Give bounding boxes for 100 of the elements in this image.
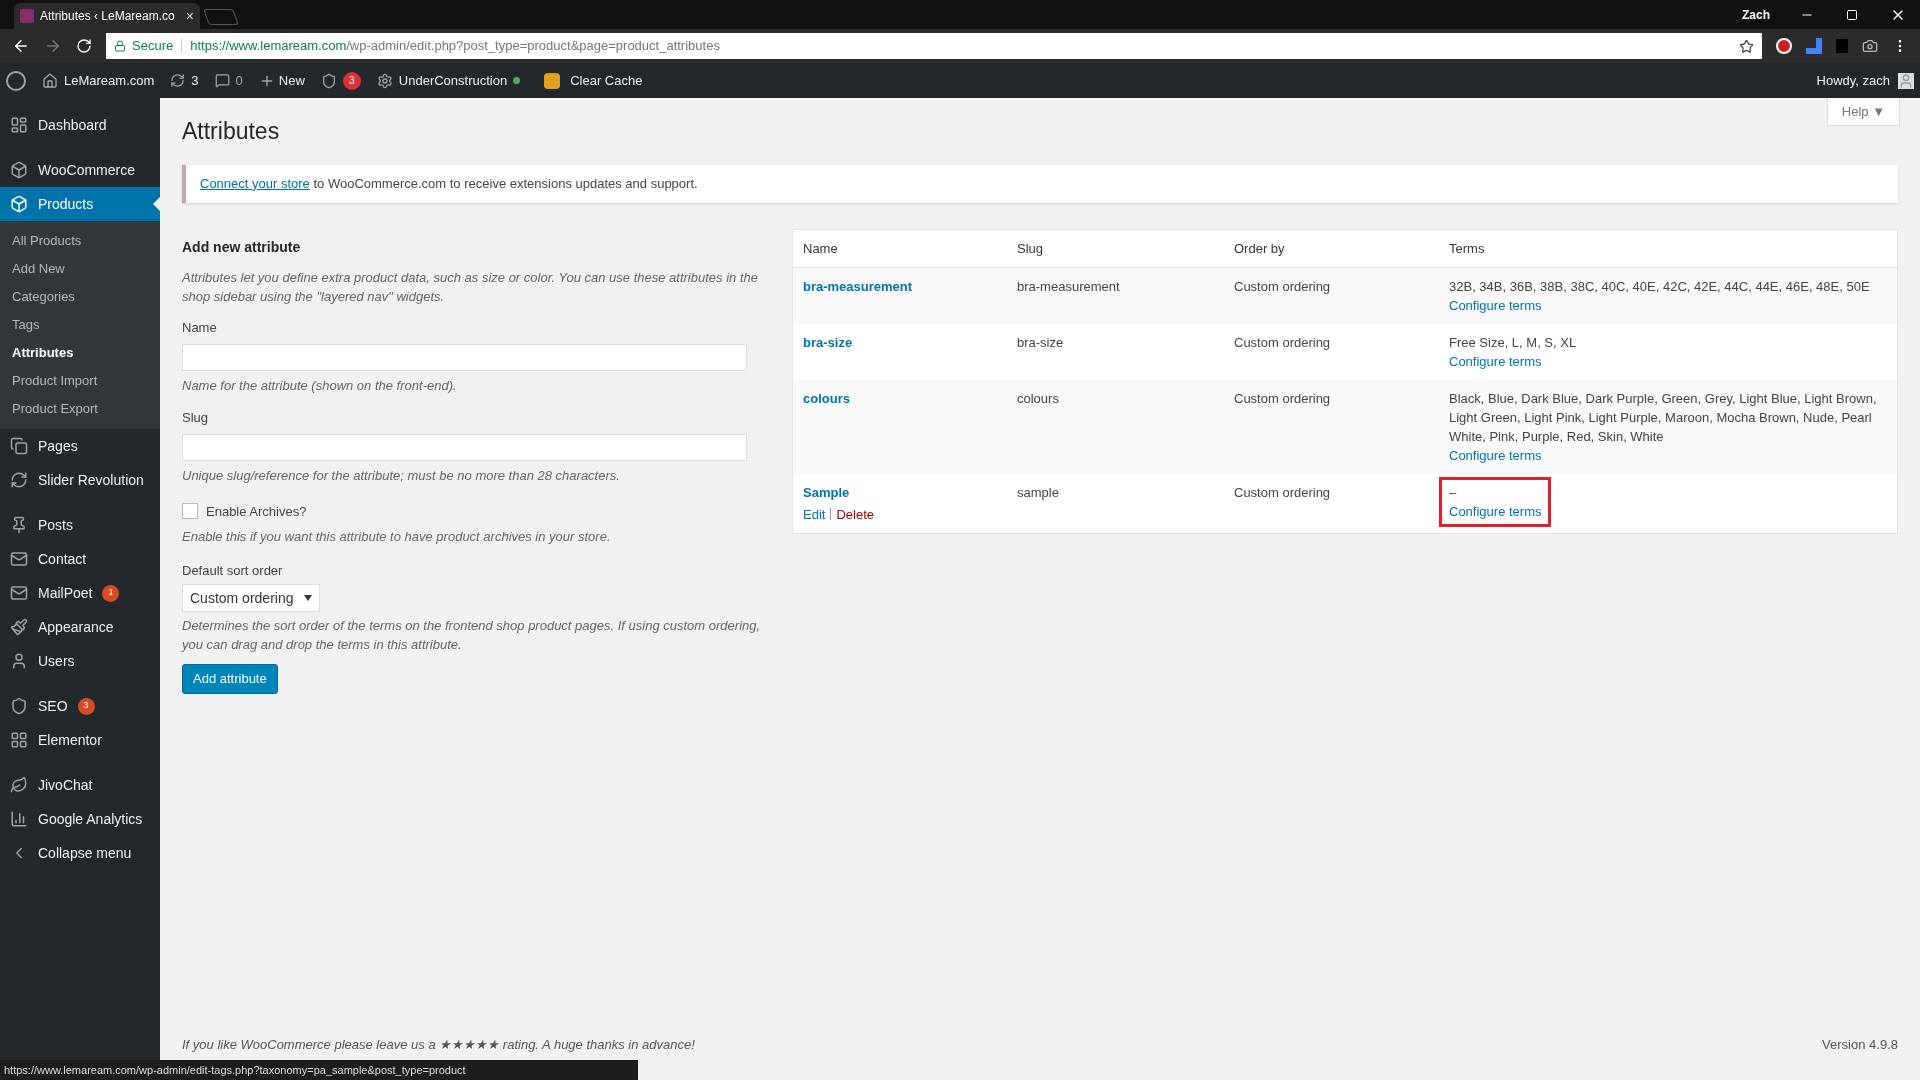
help-button[interactable]: Help ▼ <box>1826 98 1900 126</box>
field-label: Default sort order <box>182 561 284 580</box>
attribute-name-link[interactable]: bra-size <box>803 333 997 353</box>
dropdown-arrow-icon <box>303 595 312 601</box>
version-text: Version 4.9.8 <box>1822 1035 1898 1054</box>
field-help: Name for the attribute (shown on the front-end). <box>182 377 458 395</box>
terms-text: – <box>1449 484 1458 502</box>
menu-icon <box>10 437 28 455</box>
sidebar-item[interactable]: Elementor <box>0 723 160 757</box>
submenu-item[interactable]: Tags <box>0 311 160 339</box>
sidebar-item[interactable]: WooCommerce <box>0 153 160 187</box>
site-name: LeMaream.com <box>64 71 155 90</box>
restore-icon[interactable] <box>1846 8 1858 21</box>
page-title: Attributes <box>182 117 281 146</box>
updates-link[interactable]: 3 <box>170 70 199 91</box>
close-tab-button[interactable]: × <box>185 5 194 27</box>
home-icon <box>42 72 58 89</box>
maintenance-link[interactable]: UnderConstruction <box>376 70 521 91</box>
address-field[interactable]: Secure https://www.lemaream.com/wp-admin/edit.php?post_type=product&page=product_attributes <box>106 33 1762 59</box>
field-help: Unique slug/reference for the attribute; must be no more than 28 characters. <box>182 467 621 485</box>
terms-text: 32B, 34B, 36B, 38B, 38C, 40C, 40E, 42C, 42E, 44C, 44E, 46E, 48E, 50E <box>1449 278 1871 296</box>
clear-cache-label: Clear Cache <box>570 71 643 90</box>
menu-icon <box>10 776 28 794</box>
avatar-icon <box>1898 72 1914 89</box>
connect-store-link[interactable]: Connect your store <box>200 175 310 191</box>
sidebar-item[interactable]: Dashboard <box>0 108 160 142</box>
profile-name[interactable]: Zach <box>1742 5 1770 24</box>
submenu-item[interactable]: Attributes <box>0 339 160 367</box>
new-content-link[interactable]: New <box>258 70 305 91</box>
table-cell-text: bra-measurement <box>1016 278 1121 296</box>
field-help: Enable this if you want this attribute to have product archives in your store. <box>182 528 612 546</box>
table-cell-text: bra-size <box>1016 334 1065 352</box>
sidebar-item[interactable]: Slider Revolution <box>0 463 160 497</box>
attribute-name-link[interactable]: colours <box>803 389 997 409</box>
column-header: Slug <box>1016 239 1045 258</box>
sidebar-item[interactable]: Contact <box>0 542 160 576</box>
sidebar-item[interactable]: JivoChat <box>0 768 160 802</box>
attribute-name-link[interactable]: bra-measurement <box>803 277 997 297</box>
terms-text: Free Size, L, M, S, XL <box>1449 334 1578 352</box>
seo-link[interactable]: 3 <box>320 71 361 90</box>
comments-count: 0 <box>235 71 243 90</box>
sidebar-item[interactable]: MailPoet 1 <box>0 576 160 610</box>
attribute-name-link[interactable]: Sample <box>803 483 997 503</box>
back-icon[interactable] <box>12 37 30 55</box>
bookmark-star-icon[interactable] <box>1739 38 1754 54</box>
menu-icon <box>10 731 28 749</box>
sidebar-item[interactable]: Collapse menu <box>0 836 160 870</box>
table-cell-text: Custom ordering <box>1233 390 1332 408</box>
footer-thanks: If you like WooCommerce please leave us a ★★★★★ rating. A huge thanks in advance! <box>182 1035 695 1054</box>
count-badge: 1 <box>102 584 120 602</box>
sidebar-item[interactable]: Appearance <box>0 610 160 644</box>
configure-terms-link[interactable]: Configure terms <box>1449 352 1877 371</box>
sort-order-select[interactable]: Custom ordering <box>182 584 320 612</box>
add-attribute-button[interactable]: Add attribute <box>182 664 278 694</box>
table-cell-text: Custom ordering <box>1233 278 1332 296</box>
account-link[interactable]: Howdy, zach <box>1816 70 1914 91</box>
field-label: Slug <box>182 408 210 427</box>
lock-icon <box>114 40 126 52</box>
submenu-item[interactable]: Add New <box>0 255 160 283</box>
table-cell-text: sample <box>1016 484 1060 502</box>
sidebar-item[interactable]: SEO 3 <box>0 689 160 723</box>
field-label: Name <box>182 318 218 337</box>
configure-terms-link[interactable]: Configure terms <box>1449 296 1877 315</box>
edit-link[interactable]: Edit <box>803 504 826 524</box>
new-label: New <box>278 71 305 90</box>
submenu-item[interactable]: Product Export <box>0 395 160 423</box>
table-cell-text: Custom ordering <box>1233 334 1332 352</box>
submenu-item[interactable]: Product Import <box>0 367 160 395</box>
submenu-item[interactable]: Categories <box>0 283 160 311</box>
greeting: Howdy, zach <box>1816 71 1890 90</box>
sidebar-item[interactable]: Pages <box>0 429 160 463</box>
text-field[interactable] <box>182 434 747 461</box>
sidebar-item[interactable]: Posts <box>0 508 160 542</box>
column-header: Name <box>802 239 839 258</box>
site-name-link[interactable]: LeMaream.com <box>42 70 155 91</box>
comments-link[interactable]: 0 <box>214 70 243 91</box>
sidebar-item[interactable]: Products <box>0 187 160 221</box>
submenu-item[interactable]: All Products <box>0 227 160 255</box>
column-header: Terms <box>1448 239 1486 258</box>
menu-icon <box>10 697 28 715</box>
menu-icon <box>10 550 28 568</box>
configure-terms-link[interactable]: Configure terms <box>1449 502 1542 521</box>
camera-icon[interactable] <box>1862 38 1878 54</box>
site-favicon-icon <box>20 9 34 23</box>
maintenance-label: UnderConstruction <box>398 71 508 90</box>
sidebar-item[interactable]: Google Analytics <box>0 802 160 836</box>
configure-terms-link[interactable]: Configure terms <box>1449 446 1877 465</box>
browser-tab[interactable]: Attributes ‹ LeMaream.co × <box>14 3 200 29</box>
terms-text: Black, Blue, Dark Blue, Dark Purple, Green, Grey, Light Blue, Light Brown, Light Green, Light Pink, Light Purple, Maroon, Mocha Brown, Nude, Pearl White, Pink, Purple, Red, Skin, White <box>1449 390 1877 446</box>
text-field[interactable] <box>182 344 747 371</box>
new-tab-button[interactable] <box>203 9 239 25</box>
reload-icon[interactable] <box>76 38 92 54</box>
sidebar-item[interactable]: Users <box>0 644 160 678</box>
table-cell-text: Custom ordering <box>1233 484 1332 502</box>
checkbox[interactable] <box>182 503 198 520</box>
forward-icon[interactable] <box>44 37 62 55</box>
shield-icon <box>320 72 337 89</box>
clear-cache-link[interactable]: Clear Cache <box>544 70 643 91</box>
delete-link[interactable]: Delete <box>836 504 874 524</box>
form-heading: Add new attribute <box>182 237 302 257</box>
